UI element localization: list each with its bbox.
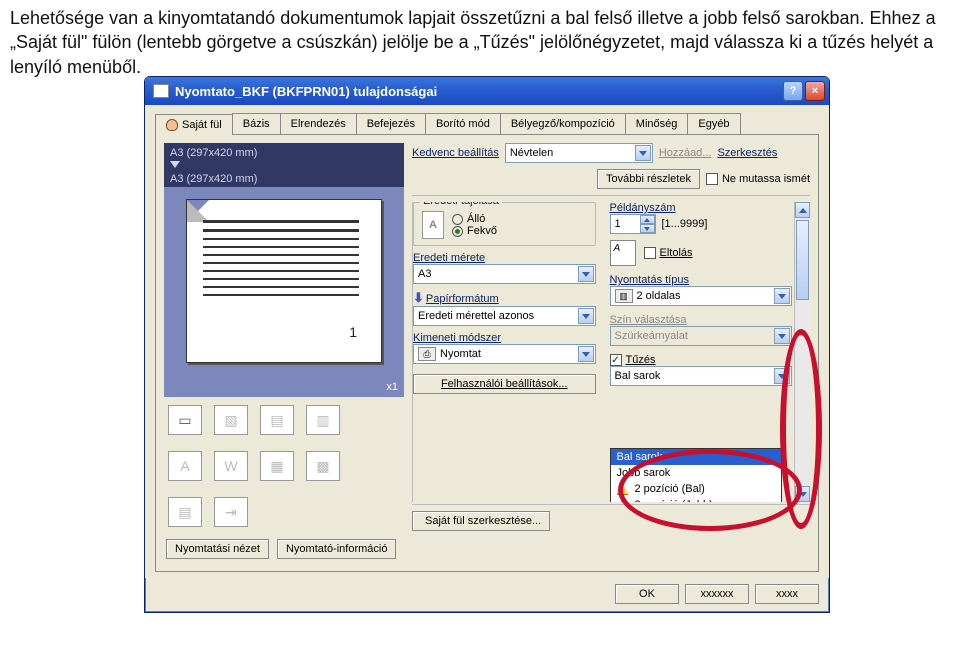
orientation-group-label: Eredeti tájolása <box>420 202 502 207</box>
orig-size-label: Eredeti mérete <box>413 252 596 264</box>
zoom-label: x1 <box>386 381 398 393</box>
tab-my-tab[interactable]: Saját fül <box>155 114 233 135</box>
tab-layout[interactable]: Elrendezés <box>280 113 357 134</box>
paper-format-label: Papírformátum <box>426 293 499 305</box>
ok-button[interactable]: OK <box>615 584 679 604</box>
feature-icon-8[interactable]: ▩ <box>306 451 340 481</box>
printer-properties-dialog: Nyomtato_BKF (BKFPRN01) tulajdonságai ? … <box>144 76 830 613</box>
window-title: Nyomtato_BKF (BKFPRN01) tulajdonságai <box>175 84 781 99</box>
target-size: A3 (297x420 mm) <box>170 173 398 185</box>
copies-range: [1...9999] <box>662 218 708 230</box>
page-number: 1 <box>349 324 357 340</box>
chevron-down-icon <box>578 308 594 324</box>
down-triangle-icon <box>170 161 180 168</box>
help-footer-button[interactable]: xxxx <box>755 584 819 604</box>
offset-icon <box>610 240 636 266</box>
warning-icon <box>617 483 629 495</box>
close-button[interactable]: × <box>805 81 825 101</box>
add-favorite-link: Hozzáad... <box>659 147 712 159</box>
chevron-down-icon <box>578 346 594 362</box>
staple-option[interactable]: Bal sarok <box>611 449 781 465</box>
staple-combo[interactable]: Bal sarok <box>610 366 793 386</box>
tab-cover[interactable]: Borító mód <box>425 113 501 134</box>
color-select-combo: Szürkeárnyalat <box>610 326 793 346</box>
feature-icon-7[interactable]: ▦ <box>260 451 294 481</box>
cancel-button[interactable]: xxxxxx <box>685 584 749 604</box>
staple-option[interactable]: 2 pozíció (Jobb) <box>611 497 781 502</box>
down-arrow-icon: ⬇ <box>413 290 424 305</box>
landscape-radio[interactable]: Fekvő <box>452 225 497 237</box>
orig-size-combo[interactable]: A3 <box>413 264 596 284</box>
chevron-down-icon <box>774 288 790 304</box>
feature-icon-3[interactable]: ▤ <box>260 405 294 435</box>
printer-icon <box>153 84 169 98</box>
print-type-combo[interactable]: ▥2 oldalas <box>610 286 793 306</box>
tab-quality[interactable]: Minőség <box>625 113 689 134</box>
person-icon <box>166 119 178 131</box>
orientation-icon: A <box>422 211 444 239</box>
feature-icon-1[interactable]: ▭ <box>168 405 202 435</box>
feature-icon-6[interactable]: W <box>214 451 248 481</box>
favorite-label: Kedvenc beállítás <box>412 147 499 159</box>
print-preview-button[interactable]: Nyomtatási nézet <box>166 539 269 559</box>
feature-icon-9[interactable]: ▤ <box>168 497 202 527</box>
printer-info-button[interactable]: Nyomtató-információ <box>277 539 396 559</box>
printer-small-icon: ⎙ <box>418 347 436 361</box>
staple-checkbox[interactable]: ✓Tűzés <box>610 354 793 366</box>
print-type-label: Nyomtatás típus <box>610 274 793 286</box>
warning-icon <box>617 499 629 502</box>
output-method-label: Kimeneti módszer <box>413 332 596 344</box>
offset-checkbox[interactable]: Eltolás <box>644 247 693 259</box>
paper-format-combo[interactable]: Eredeti mérettel azonos <box>413 306 596 326</box>
settings-scrollbar[interactable] <box>794 202 810 502</box>
tab-finishing[interactable]: Befejezés <box>356 113 426 134</box>
chevron-down-icon <box>578 266 594 282</box>
staple-dropdown[interactable]: Bal sarok Jobb sarok 2 pozíció (Bal) 2 p… <box>610 448 782 502</box>
edit-favorite-link[interactable]: Szerkesztés <box>717 147 777 159</box>
tabs: Saját fül Bázis Elrendezés Befejezés Bor… <box>155 113 819 135</box>
help-button[interactable]: ? <box>783 81 803 101</box>
duplex-icon: ▥ <box>615 289 633 303</box>
user-settings-button[interactable]: Felhasználói beállítások... <box>413 374 596 394</box>
portrait-radio[interactable]: Álló <box>452 213 497 225</box>
feature-icon-4[interactable]: ▥ <box>306 405 340 435</box>
titlebar[interactable]: Nyomtato_BKF (BKFPRN01) tulajdonságai ? … <box>145 77 829 105</box>
edit-mytab-button[interactable]: Saját fül szerkesztése... <box>412 511 550 531</box>
favorite-combo[interactable]: Névtelen <box>505 143 653 163</box>
tab-stamp[interactable]: Bélyegző/kompozíció <box>500 113 626 134</box>
scroll-up-button[interactable] <box>795 202 810 218</box>
tab-basis[interactable]: Bázis <box>232 113 281 134</box>
details-button[interactable]: További részletek <box>597 169 700 189</box>
staple-option[interactable]: Jobb sarok <box>611 465 781 481</box>
scroll-thumb[interactable] <box>796 220 809 300</box>
preview-header: A3 (297x420 mm) A3 (297x420 mm) <box>164 143 404 187</box>
chevron-down-icon <box>635 145 651 161</box>
staple-option[interactable]: 2 pozíció (Bal) <box>611 481 781 497</box>
chevron-down-icon <box>774 368 790 384</box>
feature-icon-5[interactable]: A <box>168 451 202 481</box>
feature-icon-10[interactable]: ⇥ <box>214 497 248 527</box>
chevron-down-icon <box>774 328 790 344</box>
copies-label: Példányszám <box>610 202 793 214</box>
tab-other[interactable]: Egyéb <box>687 113 740 134</box>
scroll-down-button[interactable] <box>795 486 810 502</box>
instruction-paragraph: Lehetősége van a kinyomtatandó dokumentu… <box>0 0 960 83</box>
output-method-combo[interactable]: ⎙Nyomtat <box>413 344 596 364</box>
color-select-label: Szín választása <box>610 314 793 326</box>
dont-show-checkbox[interactable]: Ne mutassa ismét <box>706 173 810 185</box>
page-preview: 1 x1 <box>164 187 404 397</box>
copies-spinner[interactable]: 1 <box>610 214 656 234</box>
feature-icon-2[interactable]: ▧ <box>214 405 248 435</box>
source-size: A3 (297x420 mm) <box>170 147 398 159</box>
